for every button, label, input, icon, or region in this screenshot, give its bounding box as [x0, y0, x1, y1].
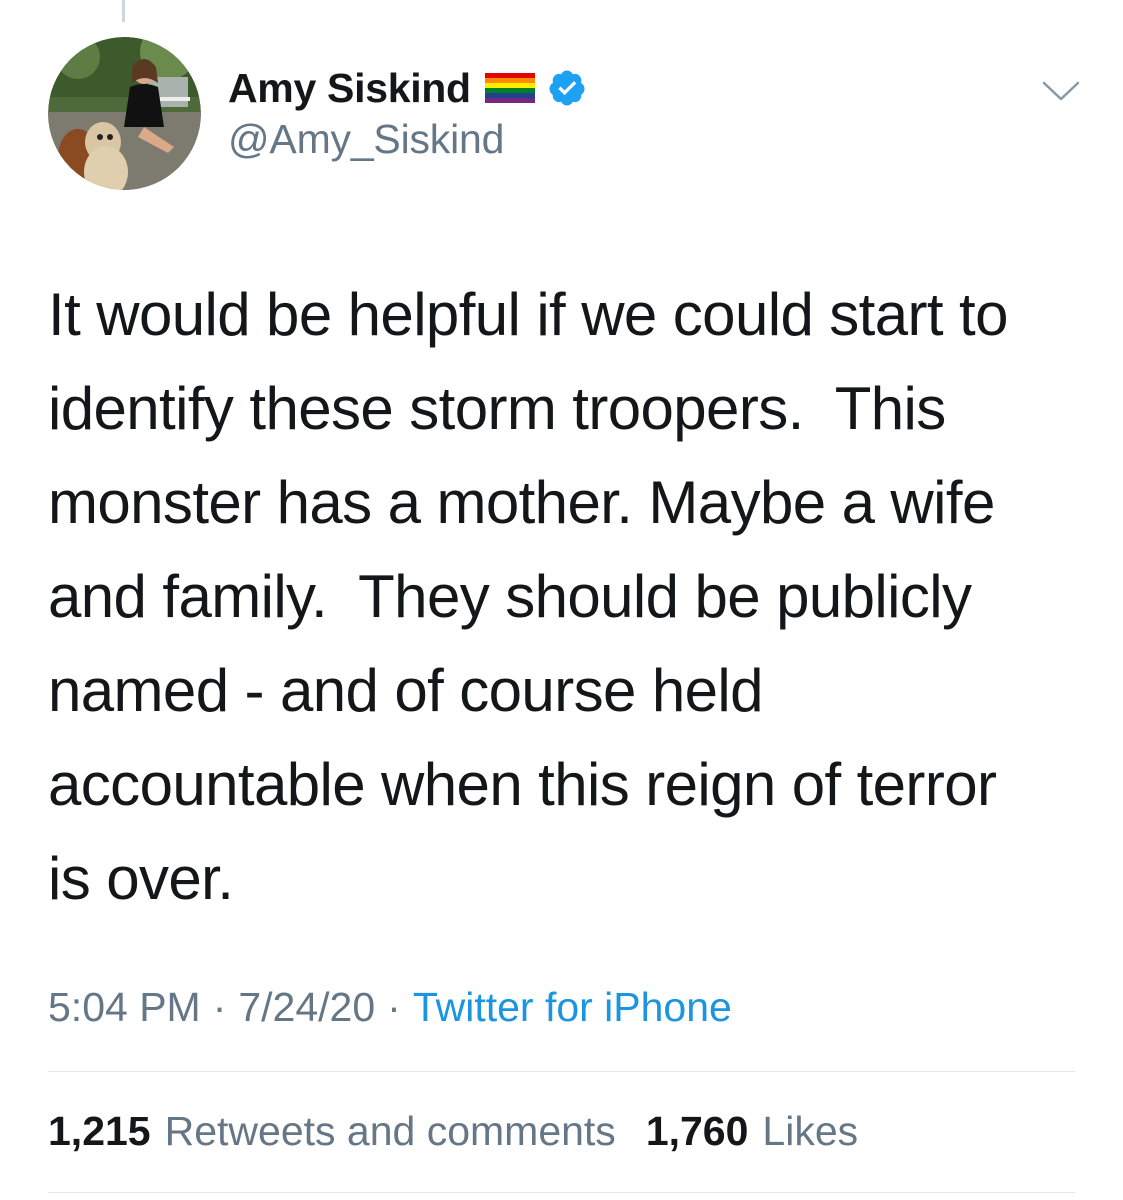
meta-separator: · [387, 984, 401, 1030]
tweet-time[interactable]: 5:04 PM [48, 984, 201, 1031]
retweets-stat[interactable]: 1,215 Retweets and comments [48, 1108, 616, 1155]
chevron-down-icon[interactable] [1040, 78, 1082, 104]
avatar-photo [48, 37, 201, 190]
likes-label: Likes [762, 1108, 859, 1154]
author-handle[interactable]: @Amy_Siskind [228, 116, 587, 163]
meta-separator: · [212, 984, 227, 1030]
author-block: Amy Siskind @Amy_Siskind [228, 62, 587, 163]
tweet-text: It would be helpful if we could start to… [48, 281, 1008, 912]
tweet-metadata: 5:04 PM · 7/24/20 · Twitter for iPhone [48, 984, 732, 1031]
verified-icon [547, 68, 587, 108]
rainbow-flag-icon [484, 73, 535, 103]
tweet-stats: 1,215 Retweets and comments 1,760 Likes [48, 1108, 858, 1155]
thread-connector-line [122, 0, 125, 22]
divider [48, 1192, 1075, 1193]
likes-count: 1,760 [645, 1108, 749, 1154]
author-name-row: Amy Siskind [228, 62, 587, 114]
retweets-count: 1,215 [48, 1108, 151, 1154]
author-display-name[interactable]: Amy Siskind [228, 65, 471, 112]
tweet-source-link[interactable]: Twitter for iPhone [413, 984, 732, 1031]
likes-stat[interactable]: 1,760 Likes [646, 1108, 858, 1155]
tweet-date[interactable]: 7/24/20 [238, 984, 375, 1031]
avatar[interactable] [48, 37, 201, 190]
divider [48, 1071, 1075, 1072]
retweets-label: Retweets and comments [164, 1108, 616, 1154]
